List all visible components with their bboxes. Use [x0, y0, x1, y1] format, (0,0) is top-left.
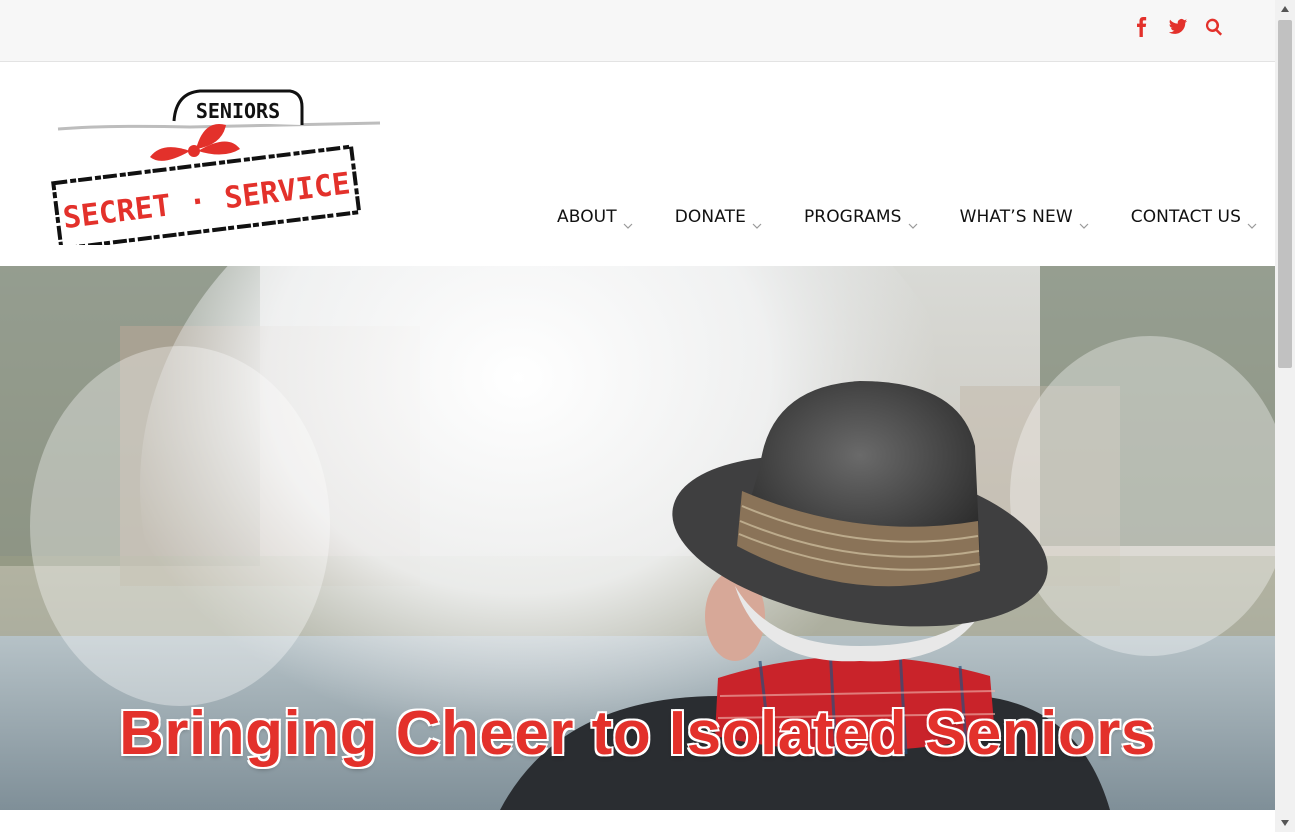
scroll-down-arrow-icon[interactable] — [1275, 814, 1295, 832]
scroll-up-arrow-icon[interactable] — [1275, 0, 1295, 18]
search-icon[interactable] — [1203, 14, 1225, 40]
scroll-thumb[interactable] — [1278, 20, 1292, 368]
twitter-icon[interactable] — [1167, 14, 1189, 40]
nav-label: PROGRAMS — [803, 207, 902, 227]
logo-top-text: SENIORS — [196, 99, 280, 123]
main-nav: ABOUT DONATE PROGRAMS WHAT’S NEW CONTACT… — [536, 207, 1257, 229]
top-bar — [0, 0, 1275, 62]
nav-label: CONTACT US — [1130, 207, 1241, 227]
chevron-down-icon — [752, 217, 762, 229]
content-start — [0, 810, 1275, 832]
nav-item-about[interactable]: ABOUT — [536, 207, 654, 229]
nav-label: WHAT’S NEW — [959, 207, 1073, 227]
hero-banner: Bringing Cheer to Isolated Seniors — [0, 266, 1275, 810]
nav-item-programs[interactable]: PROGRAMS — [783, 207, 939, 229]
page-scrollbar[interactable] — [1275, 0, 1295, 832]
chevron-down-icon — [623, 217, 633, 229]
chevron-down-icon — [1247, 217, 1257, 229]
hero-title: Bringing Cheer to Isolated Seniors — [119, 699, 1156, 768]
site-header: SENIORS SECRET · SERVICE ABOUT DONATE PR… — [0, 63, 1275, 266]
nav-label: DONATE — [674, 207, 746, 227]
social-links — [1131, 14, 1225, 40]
chevron-down-icon — [908, 217, 918, 229]
nav-item-contact-us[interactable]: CONTACT US — [1110, 207, 1257, 229]
chevron-down-icon — [1079, 217, 1089, 229]
facebook-icon[interactable] — [1131, 14, 1153, 40]
nav-item-whats-new[interactable]: WHAT’S NEW — [939, 207, 1110, 229]
nav-item-donate[interactable]: DONATE — [654, 207, 783, 229]
site-logo[interactable]: SENIORS SECRET · SERVICE — [50, 85, 382, 251]
nav-label: ABOUT — [557, 207, 617, 227]
